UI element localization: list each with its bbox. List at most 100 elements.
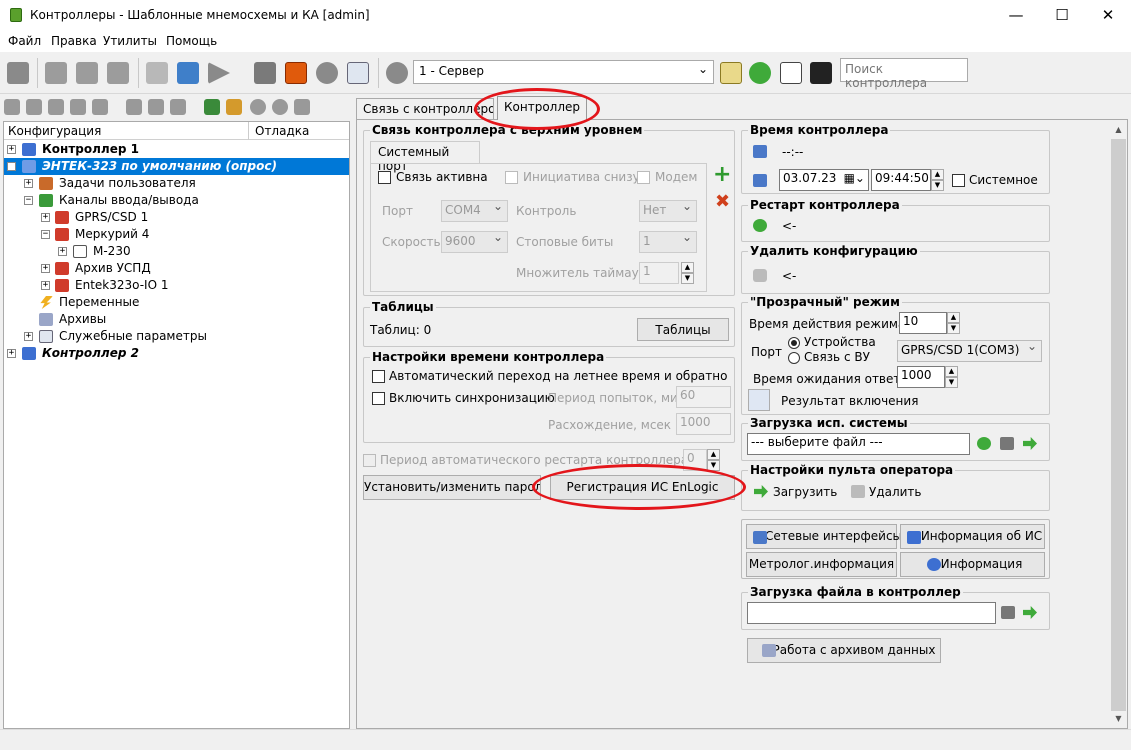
expand-icon[interactable]: + [58, 247, 67, 256]
sync-checkbox[interactable] [372, 392, 385, 405]
scroll-down-arrow[interactable]: ▼ [1110, 710, 1127, 727]
period-input[interactable]: 60 [676, 386, 731, 408]
remove-icon[interactable]: ✖ [715, 191, 730, 212]
cut-icon[interactable] [45, 62, 67, 84]
stop-bits-select[interactable]: 1 [639, 230, 697, 253]
down-icon[interactable] [272, 99, 288, 115]
password-button[interactable]: Установить/изменить пароль [363, 475, 541, 500]
spin-up[interactable]: ▲ [681, 262, 694, 273]
tool-icon[interactable] [126, 99, 142, 115]
spin-down[interactable]: ▼ [945, 377, 958, 388]
vertical-scrollbar[interactable]: ▲ ▼ [1110, 121, 1127, 727]
dst-checkbox[interactable] [372, 370, 385, 383]
stop-icon[interactable] [7, 62, 29, 84]
radio-vu[interactable] [788, 352, 800, 364]
spin-up[interactable]: ▲ [947, 312, 960, 323]
minimize-button[interactable]: — [993, 0, 1039, 32]
folder-icon[interactable] [4, 99, 20, 115]
expand-icon[interactable]: + [24, 179, 33, 188]
list-doc-icon[interactable] [780, 62, 802, 84]
initiative-checkbox[interactable] [505, 171, 518, 184]
scroll-up-arrow[interactable]: ▲ [1110, 121, 1127, 138]
modem-checkbox[interactable] [637, 171, 650, 184]
radio-devices[interactable] [788, 337, 800, 349]
expand-icon[interactable]: + [7, 145, 16, 154]
tag-icon[interactable] [26, 99, 42, 115]
menu-utils[interactable]: Утилиты [103, 34, 157, 48]
stop-square-icon[interactable] [285, 62, 307, 84]
tree-expand-icon[interactable] [204, 99, 220, 115]
time-input[interactable]: 09:44:50 [871, 169, 931, 191]
download-icon[interactable] [177, 62, 199, 84]
delete-x-icon[interactable] [294, 99, 310, 115]
archive-button[interactable]: Работа с архивом данных [747, 638, 941, 663]
expand-icon[interactable]: + [41, 264, 50, 273]
refresh-icon[interactable] [749, 62, 771, 84]
col-config[interactable]: Конфигурация [8, 124, 101, 138]
document-icon[interactable] [347, 62, 369, 84]
gear-icon[interactable] [386, 62, 408, 84]
copy-icon[interactable] [76, 62, 98, 84]
paste-icon[interactable] [107, 62, 129, 84]
spin-down[interactable]: ▼ [947, 323, 960, 334]
tree-item[interactable]: + Контроллер 1 [7, 141, 347, 158]
trash-icon[interactable] [851, 485, 865, 498]
collapse-icon[interactable]: − [41, 230, 50, 239]
subtab-system-port[interactable]: Системный порт [370, 141, 480, 173]
play-icon[interactable] [208, 62, 230, 84]
terminal-icon[interactable] [810, 62, 832, 84]
search-input[interactable]: Поиск контроллера [840, 58, 968, 90]
menu-help[interactable]: Помощь [166, 34, 217, 48]
restart-icon[interactable] [753, 219, 767, 232]
chip-icon[interactable] [92, 99, 108, 115]
load-system-file-input[interactable]: --- выберите файл --- [747, 433, 970, 455]
tree-item-selected[interactable]: − ЭНТЕК-323 по умолчанию (опрос) [4, 158, 349, 175]
notepad-icon[interactable] [720, 62, 742, 84]
system-time-checkbox[interactable] [952, 174, 965, 187]
wrench-icon[interactable] [148, 99, 164, 115]
date-picker[interactable]: 03.07.23 ▦⌄ [779, 169, 869, 191]
cube-icon[interactable] [48, 99, 64, 115]
menu-file[interactable]: Файл [8, 34, 41, 48]
add-icon[interactable]: + [713, 164, 731, 186]
spin-down[interactable]: ▼ [681, 273, 694, 284]
write-time-icon[interactable] [753, 174, 767, 187]
cart-icon[interactable] [1000, 437, 1014, 450]
menu-edit[interactable]: Правка [51, 34, 97, 48]
expand-icon[interactable]: + [41, 213, 50, 222]
link-active-checkbox[interactable] [378, 171, 391, 184]
operator-delete-label[interactable]: Удалить [869, 485, 922, 499]
file-upload-input[interactable] [747, 602, 996, 624]
spin-up[interactable]: ▲ [931, 169, 944, 180]
download-circle-icon[interactable] [977, 437, 991, 450]
result-button[interactable] [748, 389, 770, 411]
close-button[interactable]: ✕ [1085, 0, 1131, 32]
net-interfaces-button[interactable]: Сетевые интерфейсы [746, 524, 902, 549]
info-button[interactable]: Информация [900, 552, 1045, 577]
metrology-button[interactable]: Метролог.информация [746, 552, 897, 577]
expand-icon[interactable]: + [7, 349, 16, 358]
cart-icon[interactable] [1001, 606, 1015, 619]
spin-up[interactable]: ▲ [707, 449, 720, 460]
arrow-right-icon[interactable] [1023, 437, 1037, 450]
list-icon[interactable] [146, 62, 168, 84]
plug-icon[interactable] [170, 99, 186, 115]
col-debug[interactable]: Отладка [255, 124, 309, 138]
collapse-icon[interactable]: − [24, 196, 33, 205]
collapse-icon[interactable]: − [7, 162, 16, 171]
shape-icon[interactable] [70, 99, 86, 115]
spin-down[interactable]: ▼ [931, 180, 944, 191]
is-info-button[interactable]: Информация об ИС [900, 524, 1045, 549]
trash-icon[interactable] [753, 269, 767, 282]
control-select[interactable]: Нет [639, 199, 697, 222]
arrow-right-icon[interactable] [1023, 606, 1037, 619]
up-icon[interactable] [250, 99, 266, 115]
undo-icon[interactable] [226, 99, 242, 115]
timeout-input[interactable]: 1 [639, 262, 679, 284]
transparent-port-select[interactable]: GPRS/CSD 1(COM3) [897, 339, 1042, 362]
expand-icon[interactable]: + [24, 332, 33, 341]
spin-up[interactable]: ▲ [945, 366, 958, 377]
record-icon[interactable] [316, 62, 338, 84]
tables-button[interactable]: Таблицы [637, 318, 729, 341]
operator-load-label[interactable]: Загрузить [773, 485, 837, 499]
